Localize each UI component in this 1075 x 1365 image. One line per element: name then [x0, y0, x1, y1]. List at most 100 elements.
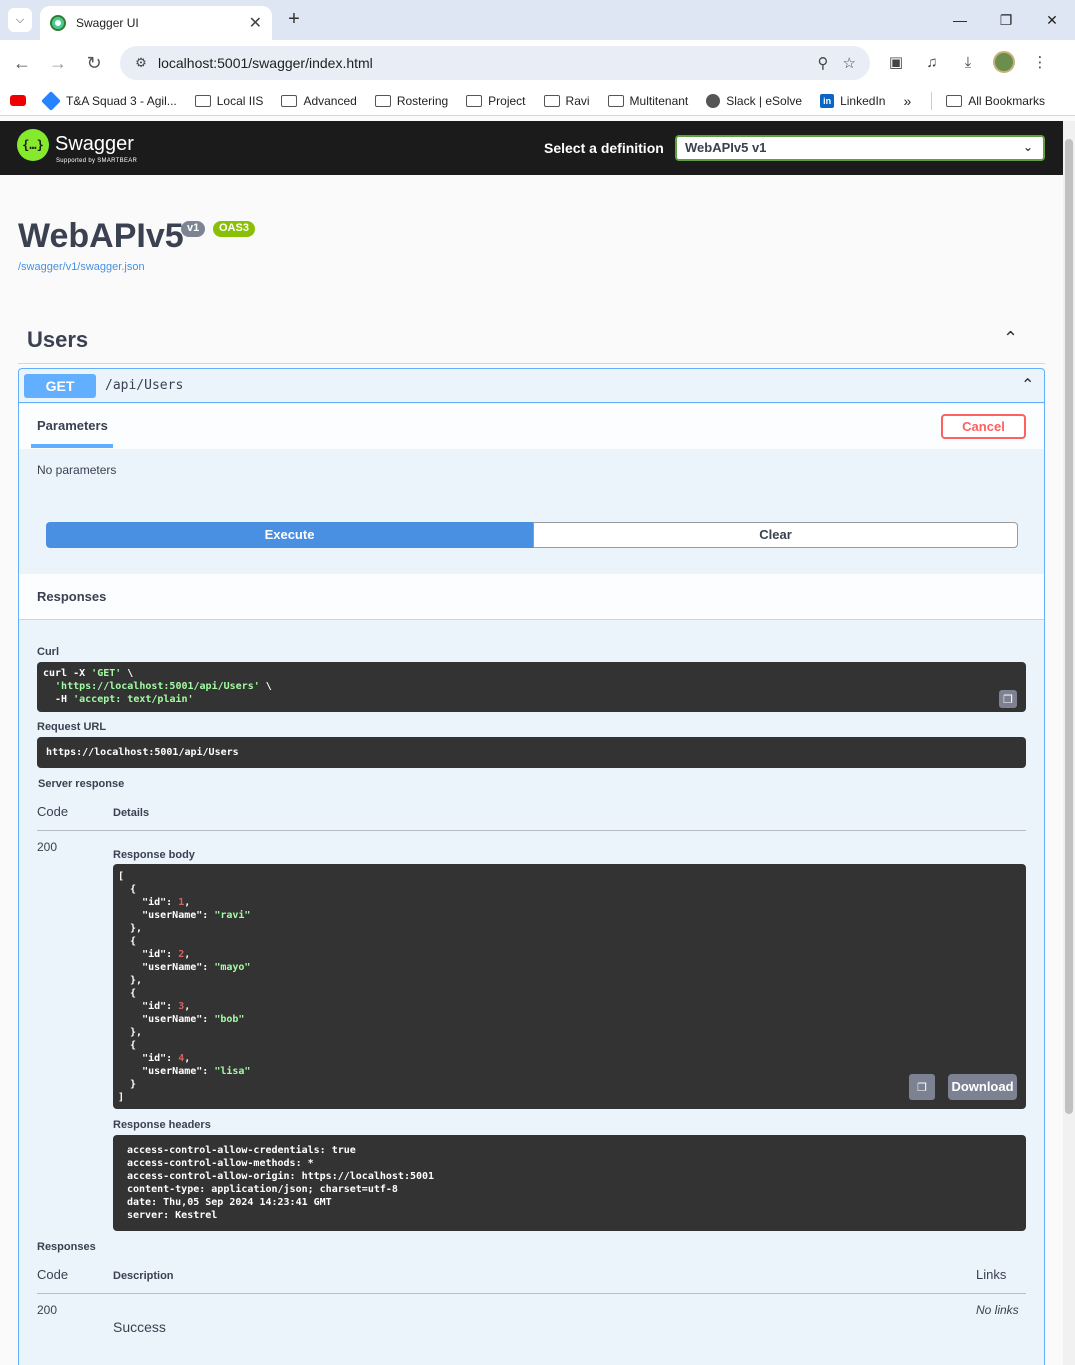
- cancel-button[interactable]: Cancel: [941, 414, 1026, 439]
- header-line: access-control-allow-methods: *: [127, 1158, 314, 1169]
- curl-text: \: [259, 681, 272, 692]
- bookmark-label: Project: [488, 93, 526, 108]
- address-bar[interactable]: ⚙ localhost:5001/swagger/index.html ⚲ ☆: [120, 46, 870, 80]
- bookmark-jira[interactable]: T&A Squad 3 - Agil...: [41, 90, 177, 111]
- page-scrollbar[interactable]: [1063, 121, 1075, 1365]
- parameters-header: Parameters Cancel: [19, 404, 1044, 449]
- tag-title[interactable]: Users: [27, 327, 88, 353]
- more-menu-icon[interactable]: ⋮: [1029, 51, 1051, 73]
- bookmark-folder-multitenant[interactable]: Multitenant: [607, 94, 688, 108]
- page-viewport: {…} Swagger Supported by SMARTBEAR Selec…: [0, 121, 1063, 1365]
- tab-search-button[interactable]: ⌵: [8, 8, 32, 32]
- oas-badge: OAS3: [213, 221, 255, 237]
- curl-string: 'https://localhost:5001/api/Users': [43, 681, 260, 692]
- download-button[interactable]: Download: [948, 1074, 1017, 1100]
- responses-label: Responses: [37, 1241, 96, 1253]
- chevron-up-icon[interactable]: ⌃: [1021, 375, 1034, 395]
- url-text[interactable]: localhost:5001/swagger/index.html: [158, 55, 818, 71]
- bookmark-folder-advanced[interactable]: Advanced: [281, 94, 357, 108]
- curl-string: 'GET': [91, 668, 122, 679]
- status-code: 200: [37, 840, 58, 854]
- bookmark-label: Local IIS: [216, 93, 264, 108]
- bookmark-folder-ravi[interactable]: Ravi: [543, 93, 590, 108]
- request-url-value[interactable]: https://localhost:5001/api/Users: [37, 737, 1026, 768]
- bookmark-folder-rostering[interactable]: Rostering: [374, 93, 449, 108]
- close-icon[interactable]: ✕: [249, 13, 262, 33]
- extensions-icon[interactable]: ▣: [885, 51, 907, 73]
- bookmark-label: All Bookmarks: [968, 93, 1045, 108]
- server-response-label: Server response: [38, 778, 125, 790]
- youtube-icon: [10, 95, 26, 106]
- media-control-icon[interactable]: ♫: [921, 51, 943, 73]
- bookmark-linkedin[interactable]: in LinkedIn: [820, 93, 886, 108]
- browser-tab[interactable]: Swagger UI ✕: [40, 6, 272, 40]
- bookmarks-bar: T&A Squad 3 - Agil... Local IIS Advanced…: [0, 86, 1075, 116]
- bookmark-label: Ravi: [565, 93, 590, 108]
- reload-button[interactable]: ↻: [82, 51, 106, 75]
- json-number: 1: [178, 897, 185, 908]
- folder-icon: [946, 94, 963, 107]
- response-description: Success: [113, 1319, 166, 1335]
- code-header: Code: [37, 1267, 69, 1282]
- copy-icon[interactable]: ❐: [909, 1074, 935, 1100]
- curl-text: -H: [43, 694, 74, 705]
- json-number: 2: [178, 949, 185, 960]
- bookmark-label: Slack | eSolve: [726, 93, 803, 108]
- site-info-icon[interactable]: ⚙: [132, 54, 150, 72]
- folder-icon: [281, 94, 298, 107]
- all-bookmarks[interactable]: All Bookmarks: [946, 94, 1045, 108]
- swagger-brand-sub: Supported by SMARTBEAR: [56, 158, 138, 164]
- response-body-label: Response body: [113, 849, 195, 861]
- definition-select[interactable]: WebAPIv5 v1 ⌄: [675, 135, 1045, 161]
- no-parameters-text: No parameters: [37, 463, 117, 477]
- close-window-button[interactable]: ✕: [1029, 0, 1075, 40]
- header-line: content-type: application/json; charset=…: [127, 1184, 398, 1195]
- table-divider: [37, 830, 1026, 831]
- tab-parameters[interactable]: Parameters: [37, 418, 108, 433]
- response-headers-code[interactable]: access-control-allow-credentials: true a…: [113, 1135, 1026, 1231]
- more-bookmarks-icon[interactable]: »: [903, 93, 911, 109]
- restore-button[interactable]: ❐: [983, 0, 1029, 40]
- swagger-logo-icon[interactable]: {…}: [17, 129, 49, 161]
- minimize-button[interactable]: —: [937, 0, 983, 40]
- download-icon[interactable]: ⤓: [957, 51, 979, 73]
- code-header: Code: [37, 804, 69, 819]
- chevron-down-icon: ⌵: [15, 13, 25, 26]
- method-badge: GET: [24, 374, 96, 398]
- profile-avatar[interactable]: [993, 51, 1015, 73]
- browser-tab-bar: ⌵ Swagger UI ✕ + — ❐ ✕: [0, 0, 1075, 40]
- execute-button[interactable]: Execute: [46, 522, 533, 548]
- folder-icon: [607, 94, 624, 107]
- scrollbar-thumb[interactable]: [1065, 139, 1073, 1114]
- linkedin-icon: in: [820, 93, 835, 108]
- swagger-brand: Swagger: [55, 133, 134, 155]
- bookmark-label: Rostering: [396, 93, 449, 108]
- bookmark-folder-local-iis[interactable]: Local IIS: [194, 93, 264, 108]
- response-body-code[interactable]: [ { "id": 1, "userName": "ravi" }, { "id…: [113, 864, 1026, 1109]
- back-button[interactable]: ←: [10, 51, 34, 75]
- spec-link[interactable]: /swagger/v1/swagger.json: [18, 261, 145, 273]
- bookmark-folder-project[interactable]: Project: [466, 93, 526, 108]
- response-headers-label: Response headers: [113, 1119, 211, 1131]
- bookmark-youtube[interactable]: [10, 95, 26, 106]
- chevron-up-icon[interactable]: ⌃: [1003, 328, 1018, 349]
- curl-code[interactable]: curl -X 'GET' \ 'https://localhost:5001/…: [37, 662, 1026, 712]
- json-string: "lisa": [214, 1066, 251, 1077]
- clear-button[interactable]: Clear: [533, 522, 1018, 548]
- definition-label: Select a definition: [544, 140, 664, 156]
- copy-icon[interactable]: ❐: [999, 690, 1017, 708]
- bookmark-label: T&A Squad 3 - Agil...: [66, 93, 177, 108]
- chevron-down-icon: ⌄: [1022, 140, 1033, 154]
- new-tab-button[interactable]: +: [282, 8, 306, 32]
- bookmarks-divider: [931, 91, 933, 110]
- header-line: server: Kestrel: [127, 1210, 218, 1221]
- bookmark-slack[interactable]: Slack | eSolve: [706, 93, 803, 108]
- bookmark-star-icon[interactable]: ☆: [843, 54, 856, 72]
- operation-summary[interactable]: GET /api/Users ⌃: [19, 369, 1044, 403]
- forward-button[interactable]: →: [46, 51, 70, 75]
- zoom-icon[interactable]: ⚲: [818, 54, 829, 72]
- description-header: Description: [113, 1270, 174, 1282]
- details-header: Details: [113, 807, 150, 819]
- json-number: 3: [178, 1001, 185, 1012]
- bookmark-label: LinkedIn: [840, 93, 886, 108]
